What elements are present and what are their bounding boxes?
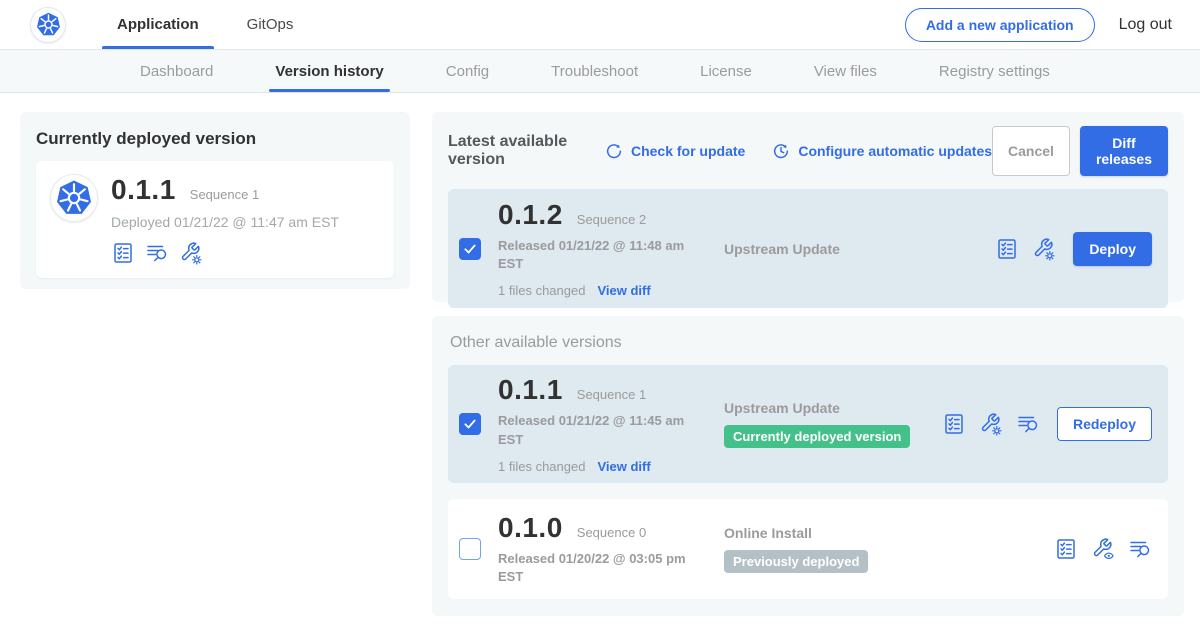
files-changed: 1 files changedView diff (498, 283, 698, 298)
diff-releases-button[interactable]: Diff releases (1080, 126, 1168, 176)
app-window: Application GitOps Add a new application… (0, 0, 1200, 634)
deploy-logs-icon[interactable] (1016, 412, 1040, 436)
deploy-button[interactable]: Deploy (1073, 232, 1152, 266)
tab-gitops-label: GitOps (247, 16, 294, 33)
version-number: 0.1.0 (498, 512, 563, 544)
top-navbar: Application GitOps Add a new application… (0, 0, 1200, 50)
config-icon[interactable] (179, 241, 203, 265)
subnav-version-history[interactable]: Version history (273, 50, 385, 92)
version-source: Upstream Update (724, 241, 995, 257)
version-source: Upstream Update (724, 400, 942, 416)
deploy-logs-icon[interactable] (1128, 537, 1152, 561)
preflight-checks-icon[interactable] (1054, 537, 1078, 561)
app-subnav: Dashboard Version history Config Trouble… (0, 50, 1200, 93)
preflight-checks-icon[interactable] (995, 237, 1019, 261)
subnav-config[interactable]: Config (444, 50, 491, 92)
version-checkbox[interactable] (459, 413, 481, 435)
version-checkbox[interactable] (459, 538, 481, 560)
version-number: 0.1.1 (498, 374, 563, 406)
check-for-update-link[interactable]: Check for update (604, 141, 745, 161)
cancel-button[interactable]: Cancel (992, 126, 1070, 176)
other-versions-panel: Other available versions 0.1.1 Sequence … (432, 316, 1184, 616)
tab-application-label: Application (117, 16, 199, 33)
version-number: 0.1.2 (498, 199, 563, 231)
redeploy-button[interactable]: Redeploy (1057, 407, 1152, 441)
tab-application[interactable]: Application (102, 0, 214, 49)
subnav-registry-settings[interactable]: Registry settings (937, 50, 1052, 92)
version-card-0-1-1: 0.1.1 Sequence 1 Released 01/21/22 @ 11:… (448, 365, 1168, 483)
current-deployed-timestamp: Deployed 01/21/22 @ 11:47 am EST (111, 214, 339, 230)
current-version-sequence: Sequence 1 (190, 187, 259, 202)
kubernetes-helm-icon (35, 11, 62, 38)
deploy-logs-icon[interactable] (145, 241, 169, 265)
files-changed: 1 files changedView diff (498, 459, 698, 474)
preflight-checks-icon[interactable] (111, 241, 135, 265)
currently-deployed-badge: Currently deployed version (724, 425, 910, 448)
kubernetes-logo (30, 7, 66, 43)
config-view-icon[interactable] (1091, 537, 1115, 561)
preflight-checks-icon[interactable] (942, 412, 966, 436)
top-tabs: Application GitOps (102, 0, 308, 49)
version-sequence: Sequence 0 (577, 525, 646, 540)
schedule-refresh-icon (771, 141, 791, 161)
kubernetes-helm-icon (54, 178, 94, 218)
configure-auto-updates-link[interactable]: Configure automatic updates (771, 141, 992, 161)
version-sequence: Sequence 1 (577, 387, 646, 402)
version-released: Released 01/21/22 @ 11:48 amEST (498, 237, 698, 273)
main-content: Currently deployed version 0.1.1 Sequenc… (0, 93, 1200, 633)
currently-deployed-title: Currently deployed version (36, 129, 394, 149)
version-card-0-1-2: 0.1.2 Sequence 2 Released 01/21/22 @ 11:… (448, 189, 1168, 308)
config-icon[interactable] (1032, 237, 1056, 261)
view-diff-link[interactable]: View diff (597, 283, 650, 298)
add-application-button[interactable]: Add a new application (905, 8, 1095, 42)
version-card-0-1-0: 0.1.0 Sequence 0 Released 01/20/22 @ 03:… (448, 499, 1168, 599)
logout-link[interactable]: Log out (1119, 16, 1172, 34)
currently-deployed-card: 0.1.1 Sequence 1 Deployed 01/21/22 @ 11:… (36, 161, 394, 278)
currently-deployed-panel: Currently deployed version 0.1.1 Sequenc… (20, 112, 410, 289)
app-icon (50, 174, 98, 222)
view-diff-link[interactable]: View diff (597, 459, 650, 474)
refresh-icon (604, 141, 624, 161)
subnav-troubleshoot[interactable]: Troubleshoot (549, 50, 640, 92)
checkmark-icon (463, 417, 477, 431)
version-released: Released 01/20/22 @ 03:05 pmEST (498, 550, 698, 586)
version-checkbox[interactable] (459, 238, 481, 260)
version-sequence: Sequence 2 (577, 212, 646, 227)
top-right-actions: Add a new application Log out (905, 8, 1200, 42)
subnav-view-files[interactable]: View files (812, 50, 879, 92)
previously-deployed-badge: Previously deployed (724, 550, 868, 573)
checkmark-icon (463, 242, 477, 256)
latest-available-panel: Latest available version Check for updat… (432, 112, 1184, 302)
latest-available-title: Latest available version (448, 133, 578, 169)
subnav-dashboard[interactable]: Dashboard (138, 50, 215, 92)
tab-gitops[interactable]: GitOps (232, 0, 309, 49)
subnav-license[interactable]: License (698, 50, 754, 92)
version-source: Online Install (724, 525, 1054, 541)
latest-available-header: Latest available version Check for updat… (448, 126, 1168, 176)
config-icon[interactable] (979, 412, 1003, 436)
other-versions-title: Other available versions (450, 334, 1168, 352)
current-version-number: 0.1.1 (111, 174, 176, 206)
version-released: Released 01/21/22 @ 11:45 amEST (498, 412, 698, 448)
